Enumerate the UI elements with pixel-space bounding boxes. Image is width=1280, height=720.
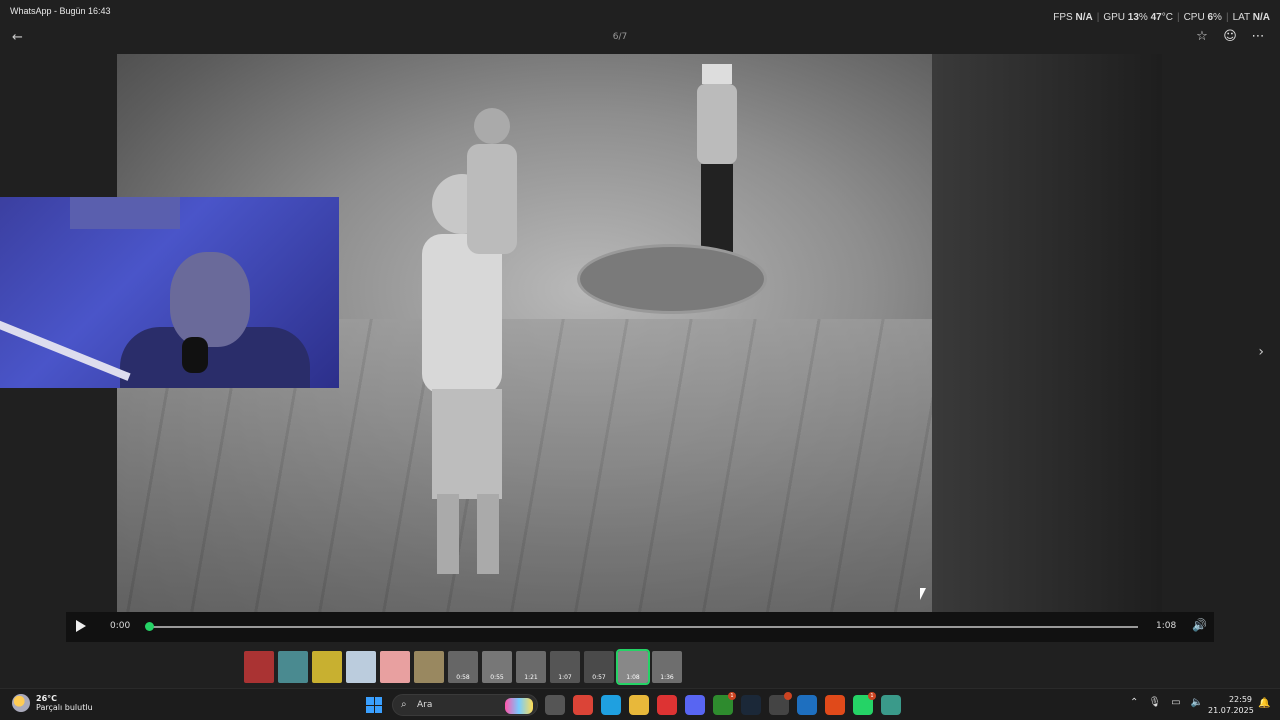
thumbnail-duration: 0:57 <box>592 674 606 681</box>
video-controls: 0:00 1:08 🔊 <box>66 612 1214 642</box>
mouse-cursor <box>920 588 926 600</box>
seek-bar[interactable] <box>148 626 1138 628</box>
thumbnail-duration: 1:36 <box>660 674 674 681</box>
microphone-icon[interactable]: 🎙 <box>1148 697 1161 708</box>
latency-stat: LAT N/A <box>1232 12 1270 23</box>
chevron-right-icon: › <box>1258 344 1264 360</box>
notification-icon[interactable]: 🔔 <box>1258 698 1270 709</box>
thumbnail-duration: 0:55 <box>490 674 504 681</box>
system-tray: ⌃ 🎙 ▭ 🔈 <box>1130 697 1203 708</box>
back-button[interactable]: ← <box>12 30 28 46</box>
thumbnail-duration: 1:21 <box>524 674 538 681</box>
media-thumbnail[interactable] <box>312 651 342 683</box>
streamer <box>170 252 250 347</box>
chevron-up-icon[interactable]: ⌃ <box>1130 697 1138 708</box>
media-thumbnail[interactable]: 0:55 <box>482 651 512 683</box>
whatsapp-media-viewer: WhatsApp - Bugün 16:43 FPS N/A | GPU 13%… <box>0 0 1280 688</box>
mic-arm <box>0 317 131 381</box>
weather-temp: 26°C <box>36 694 58 703</box>
media-thumbnail[interactable] <box>414 651 444 683</box>
star-icon[interactable]: ☆ <box>1194 29 1210 44</box>
edge-icon[interactable] <box>601 695 621 715</box>
media-thumbnail[interactable]: 1:07 <box>550 651 580 683</box>
vpn-icon[interactable] <box>797 695 817 715</box>
notification-badge: 1 <box>728 692 736 700</box>
notification-badge: 1 <box>868 692 876 700</box>
media-thumbnail-strip: 0:58 0:55 1:21 1:07 0:57 1:08 1:36 <box>244 649 682 685</box>
file-explorer-icon[interactable] <box>629 695 649 715</box>
media-thumbnail[interactable]: 0:57 <box>584 651 614 683</box>
media-thumbnail[interactable]: 1:08 <box>616 649 650 685</box>
person-figure <box>467 108 517 254</box>
media-thumbnail[interactable] <box>380 651 410 683</box>
thumbnail-duration: 0:58 <box>456 674 470 681</box>
next-media-button[interactable]: › <box>1258 344 1264 360</box>
cpu-stat: CPU 6% <box>1183 12 1222 23</box>
media-thumbnail[interactable]: 1:36 <box>652 651 682 683</box>
taskbar: 26°C Parçalı bulutlu ⌕ Ara 11 ⌃ 🎙 ▭ 🔈 22… <box>0 688 1280 720</box>
app-icon-red-dot[interactable] <box>769 692 792 715</box>
weather-widget[interactable]: 26°C Parçalı bulutlu <box>12 694 93 712</box>
steam-icon[interactable] <box>741 695 761 715</box>
media-thumbnail[interactable]: 1:21 <box>516 651 546 683</box>
window-title: WhatsApp - Bugün 16:43 <box>10 6 111 16</box>
media-counter: 6/7 <box>612 32 628 42</box>
thumbnail-duration: 1:07 <box>558 674 572 681</box>
taskbar-search[interactable]: ⌕ Ara <box>392 694 538 716</box>
search-label: Ara <box>417 700 433 710</box>
discord-icon[interactable] <box>685 695 705 715</box>
windows-start-icon[interactable] <box>366 697 382 713</box>
media-thumbnail[interactable]: 0:58 <box>448 651 478 683</box>
clock[interactable]: 22:59 21.07.2025 <box>1208 694 1254 716</box>
opera-gx-icon[interactable] <box>657 695 677 715</box>
fps-stat: FPS N/A <box>1053 12 1093 23</box>
notification-badge <box>784 692 792 700</box>
chrome-icon[interactable] <box>573 695 593 715</box>
ea-icon[interactable] <box>825 695 845 715</box>
microphone <box>182 337 208 373</box>
search-icon: ⌕ <box>401 699 407 710</box>
gpu-stat: GPU 13% 47°C <box>1103 12 1173 23</box>
emoji-icon[interactable]: ☺ <box>1222 29 1238 44</box>
person-figure <box>697 64 737 264</box>
partly-cloudy-icon <box>12 694 30 712</box>
seek-handle[interactable] <box>145 622 154 631</box>
weather-desc: Parçalı bulutlu <box>36 703 93 712</box>
viewer-actions: ☆ ☺ ⋯ <box>1194 29 1266 44</box>
thumbnail-duration: 1:08 <box>626 674 640 681</box>
xbox-icon[interactable]: 1 <box>713 692 736 715</box>
search-highlight-icon <box>505 698 533 714</box>
media-thumbnail[interactable] <box>278 651 308 683</box>
total-time: 1:08 <box>1156 621 1177 631</box>
network-icon[interactable]: ▭ <box>1171 697 1180 708</box>
task-view-icon[interactable] <box>545 695 565 715</box>
play-icon[interactable] <box>76 620 86 632</box>
more-icon[interactable]: ⋯ <box>1250 29 1266 44</box>
current-time: 0:00 <box>110 621 131 631</box>
globe-icon[interactable] <box>881 695 901 715</box>
media-thumbnail[interactable] <box>244 651 274 683</box>
media-thumbnail[interactable] <box>346 651 376 683</box>
speaker-icon[interactable]: 🔈 <box>1191 697 1203 708</box>
table <box>577 244 767 314</box>
whatsapp-icon[interactable]: 1 <box>853 692 876 715</box>
volume-icon[interactable]: 🔊 <box>1192 618 1207 632</box>
arrow-left-icon: ← <box>12 30 23 45</box>
taskbar-apps: 11 <box>545 692 901 715</box>
webcam-overlay <box>0 197 339 388</box>
performance-overlay: FPS N/A | GPU 13% 47°C | CPU 6% | LAT N/… <box>1053 12 1270 23</box>
